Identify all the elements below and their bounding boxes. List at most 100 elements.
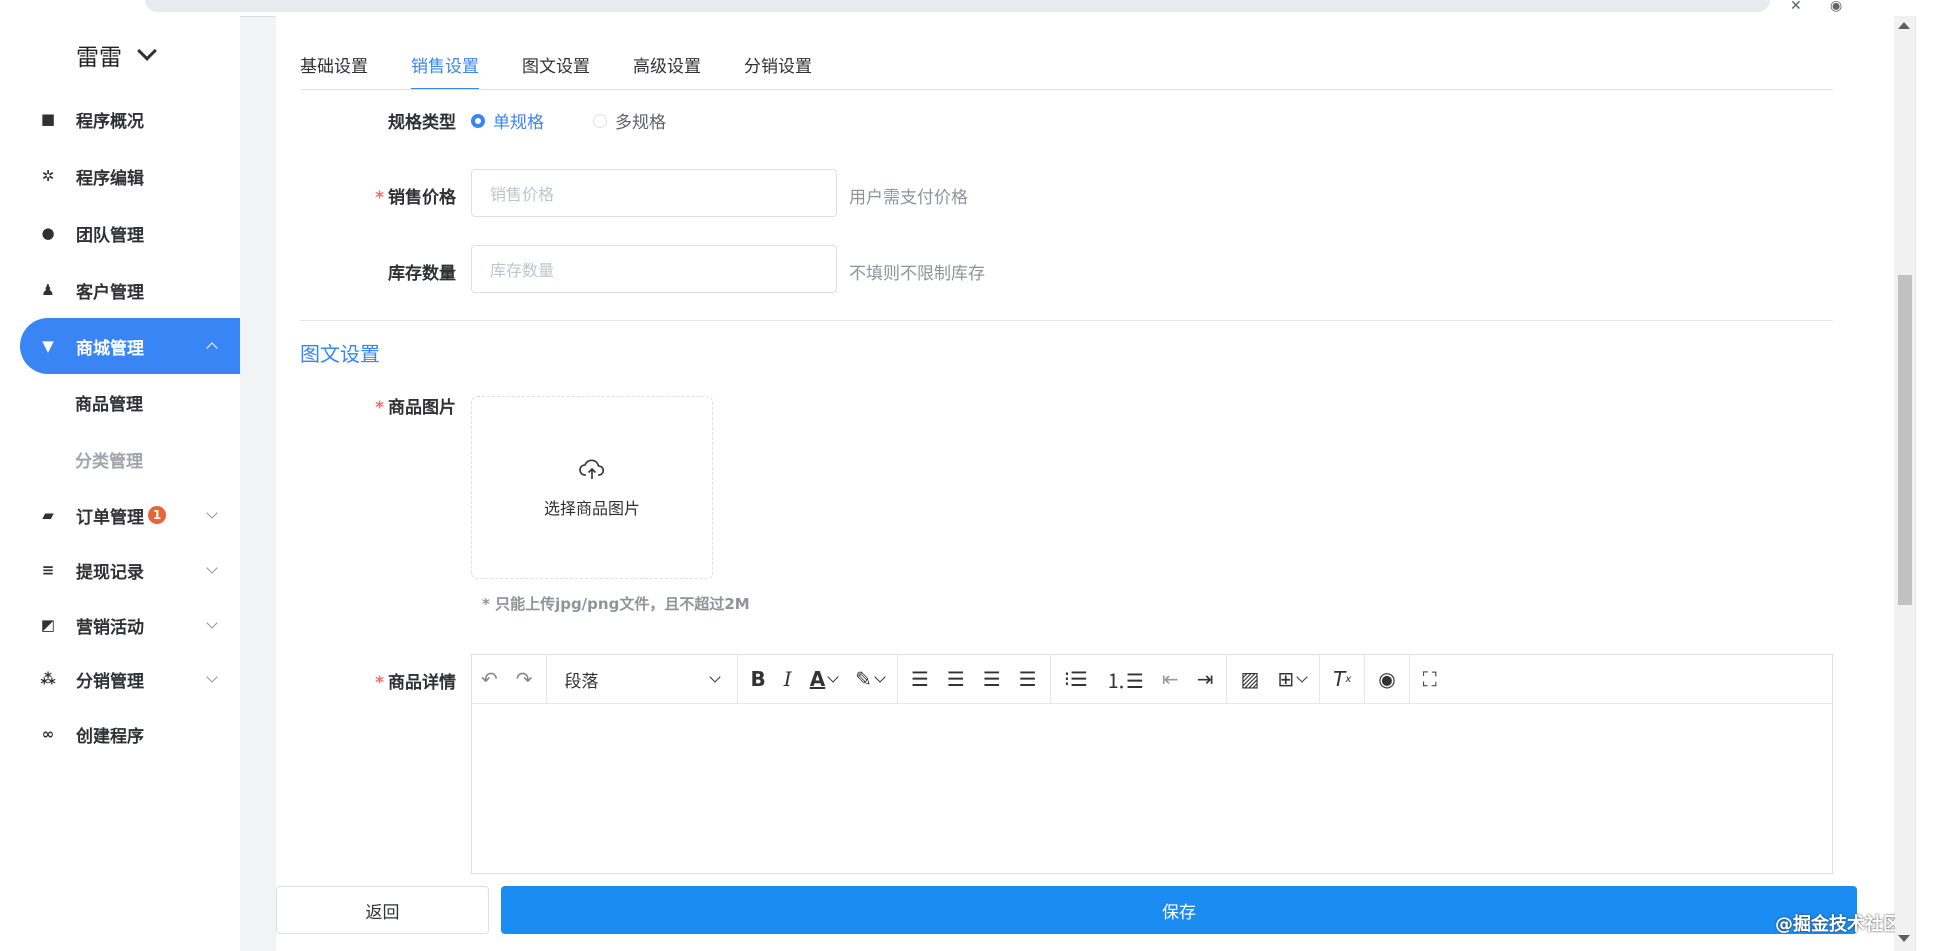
- paragraph-select[interactable]: 段落: [551, 667, 733, 692]
- brand-switcher[interactable]: 雷雷: [76, 38, 157, 72]
- tab-basic[interactable]: 基础设置: [300, 52, 368, 90]
- menu-item-label: 提现记录: [76, 562, 144, 583]
- menu-item-distribution[interactable]: ⁂ 分销管理: [20, 651, 240, 707]
- coins-icon: ≡: [41, 561, 55, 579]
- adjacent-panel: [1915, 16, 1935, 951]
- chevron-down-icon: [708, 671, 721, 683]
- wallet-icon: ▰: [42, 506, 54, 524]
- undo-icon[interactable]: ↶: [472, 667, 507, 691]
- cart-icon: ▼: [42, 337, 54, 355]
- required-mark: *: [375, 673, 384, 693]
- stock-input[interactable]: 库存数量: [471, 245, 837, 293]
- highlight-icon[interactable]: ✎: [846, 667, 893, 691]
- toolbar-separator: [896, 655, 898, 703]
- menu-item-label: 营销活动: [76, 617, 144, 638]
- image-upload[interactable]: 选择商品图片: [471, 396, 713, 579]
- chevron-down-icon: [137, 41, 157, 61]
- image-icon[interactable]: ▨: [1231, 667, 1268, 691]
- align-left-icon[interactable]: ☰: [902, 667, 938, 691]
- table-icon[interactable]: ⊞: [1268, 667, 1315, 691]
- back-button[interactable]: 返回: [276, 886, 489, 934]
- cloud-upload-icon: [579, 459, 605, 479]
- align-right-icon[interactable]: ☰: [974, 667, 1010, 691]
- menu-item-orders[interactable]: ▰ 订单管理 1: [20, 487, 240, 543]
- font-color-icon[interactable]: A: [801, 667, 846, 691]
- spec-type-label: 规格类型: [388, 113, 456, 133]
- detail-label-text: 商品详情: [388, 673, 456, 693]
- radio-checked-icon: [471, 113, 485, 128]
- tab-divider: [300, 89, 1833, 90]
- menu-item-edit[interactable]: ✲ 程序编辑: [20, 148, 240, 204]
- scroll-up-icon[interactable]: [1898, 22, 1910, 29]
- menu-item-overview[interactable]: ■ 程序概况: [20, 91, 240, 147]
- menu-item-label: 客户管理: [76, 282, 144, 303]
- image-label: * 商品图片: [286, 393, 456, 418]
- radio-label: 多规格: [615, 113, 666, 133]
- bold-icon[interactable]: B: [742, 667, 775, 691]
- image-label-text: 商品图片: [388, 398, 456, 418]
- menu-item-label: 商城管理: [76, 338, 144, 359]
- menu-item-label: 程序概况: [76, 111, 144, 132]
- scroll-down-icon[interactable]: [1898, 935, 1910, 942]
- price-input[interactable]: 销售价格: [471, 169, 837, 217]
- watermark: @掘金技术社区: [1775, 914, 1901, 935]
- fullscreen-icon[interactable]: ⛶: [1414, 667, 1446, 691]
- toolbar-separator: [1319, 655, 1321, 703]
- section-divider: [300, 320, 1833, 321]
- tab-distribution[interactable]: 分销设置: [744, 52, 812, 90]
- address-bar[interactable]: [145, 0, 1770, 12]
- menu-item-label: 订单管理: [76, 507, 144, 528]
- menu-item-label: 创建程序: [76, 726, 144, 747]
- align-justify-icon[interactable]: ☰: [1010, 667, 1046, 691]
- order-count-badge: 1: [148, 506, 166, 524]
- radio-multi-spec[interactable]: 多规格: [593, 108, 666, 133]
- rich-text-editor: ↶ ↷ 段落 B I A ✎ ☰ ☰ ☰ ☰ ⁝☰ ⒈☰ ⇤ ⇥ ▨ ⊞ Tx …: [471, 654, 1833, 874]
- menu-item-label: 程序编辑: [76, 168, 144, 189]
- chevron-down-icon: [206, 507, 218, 519]
- editor-toolbar: ↶ ↷ 段落 B I A ✎ ☰ ☰ ☰ ☰ ⁝☰ ⒈☰ ⇤ ⇥ ▨ ⊞ Tx …: [472, 655, 1832, 704]
- indent-icon[interactable]: ⇥: [1188, 667, 1223, 691]
- link-icon: ∞: [41, 725, 55, 743]
- tab-content[interactable]: 图文设置: [522, 52, 590, 90]
- bullet-list-icon[interactable]: ⁝☰: [1055, 667, 1097, 691]
- align-center-icon[interactable]: ☰: [938, 667, 974, 691]
- gear-icon: ✲: [41, 167, 55, 185]
- radio-single-spec[interactable]: 单规格: [471, 108, 544, 133]
- menu-item-team[interactable]: ● 团队管理: [20, 205, 240, 261]
- toolbar-separator: [1364, 655, 1366, 703]
- account-icon[interactable]: ◉: [1830, 0, 1842, 14]
- sub-item-categories[interactable]: 分类管理: [75, 447, 143, 472]
- editor-content-area[interactable]: [472, 704, 1832, 874]
- stock-hint: 不填则不限制库存: [849, 264, 985, 284]
- required-mark: *: [375, 188, 384, 208]
- redo-icon[interactable]: ↷: [507, 667, 542, 691]
- clear-format-icon[interactable]: Tx: [1324, 667, 1360, 691]
- menu-item-marketing[interactable]: ◩ 营销活动: [20, 597, 240, 653]
- menu-item-mall[interactable]: ▼ 商城管理: [20, 318, 240, 374]
- scrollbar-thumb[interactable]: [1898, 275, 1912, 605]
- menu-item-create[interactable]: ∞ 创建程序: [20, 706, 240, 762]
- preview-eye-icon[interactable]: ◉: [1369, 667, 1404, 691]
- close-tab-icon[interactable]: ✕: [1790, 0, 1802, 14]
- toolbar-separator: [1049, 655, 1051, 703]
- chevron-down-icon: [206, 617, 218, 629]
- outdent-icon[interactable]: ⇤: [1153, 667, 1188, 691]
- toolbar-separator: [1226, 655, 1228, 703]
- sub-item-products[interactable]: 商品管理: [75, 390, 143, 415]
- chart-icon: ◩: [40, 616, 56, 634]
- stock-label: 库存数量: [388, 264, 456, 284]
- numbered-list-icon[interactable]: ⒈☰: [1097, 665, 1153, 694]
- tab-sales[interactable]: 销售设置: [411, 52, 479, 90]
- menu-item-customers[interactable]: ♟ 客户管理: [20, 262, 240, 318]
- chevron-up-icon: [206, 342, 218, 354]
- radio-unchecked-icon: [593, 113, 607, 128]
- chevron-down-icon: [206, 671, 218, 683]
- menu-item-label: 团队管理: [76, 225, 144, 246]
- paragraph-select-value: 段落: [564, 671, 599, 692]
- menu-item-withdrawals[interactable]: ≡ 提现记录: [20, 542, 240, 598]
- italic-icon[interactable]: I: [775, 667, 801, 691]
- tab-advanced[interactable]: 高级设置: [633, 52, 701, 90]
- save-button[interactable]: 保存: [501, 886, 1857, 934]
- required-mark: *: [375, 398, 384, 418]
- section-title: 图文设置: [300, 342, 380, 366]
